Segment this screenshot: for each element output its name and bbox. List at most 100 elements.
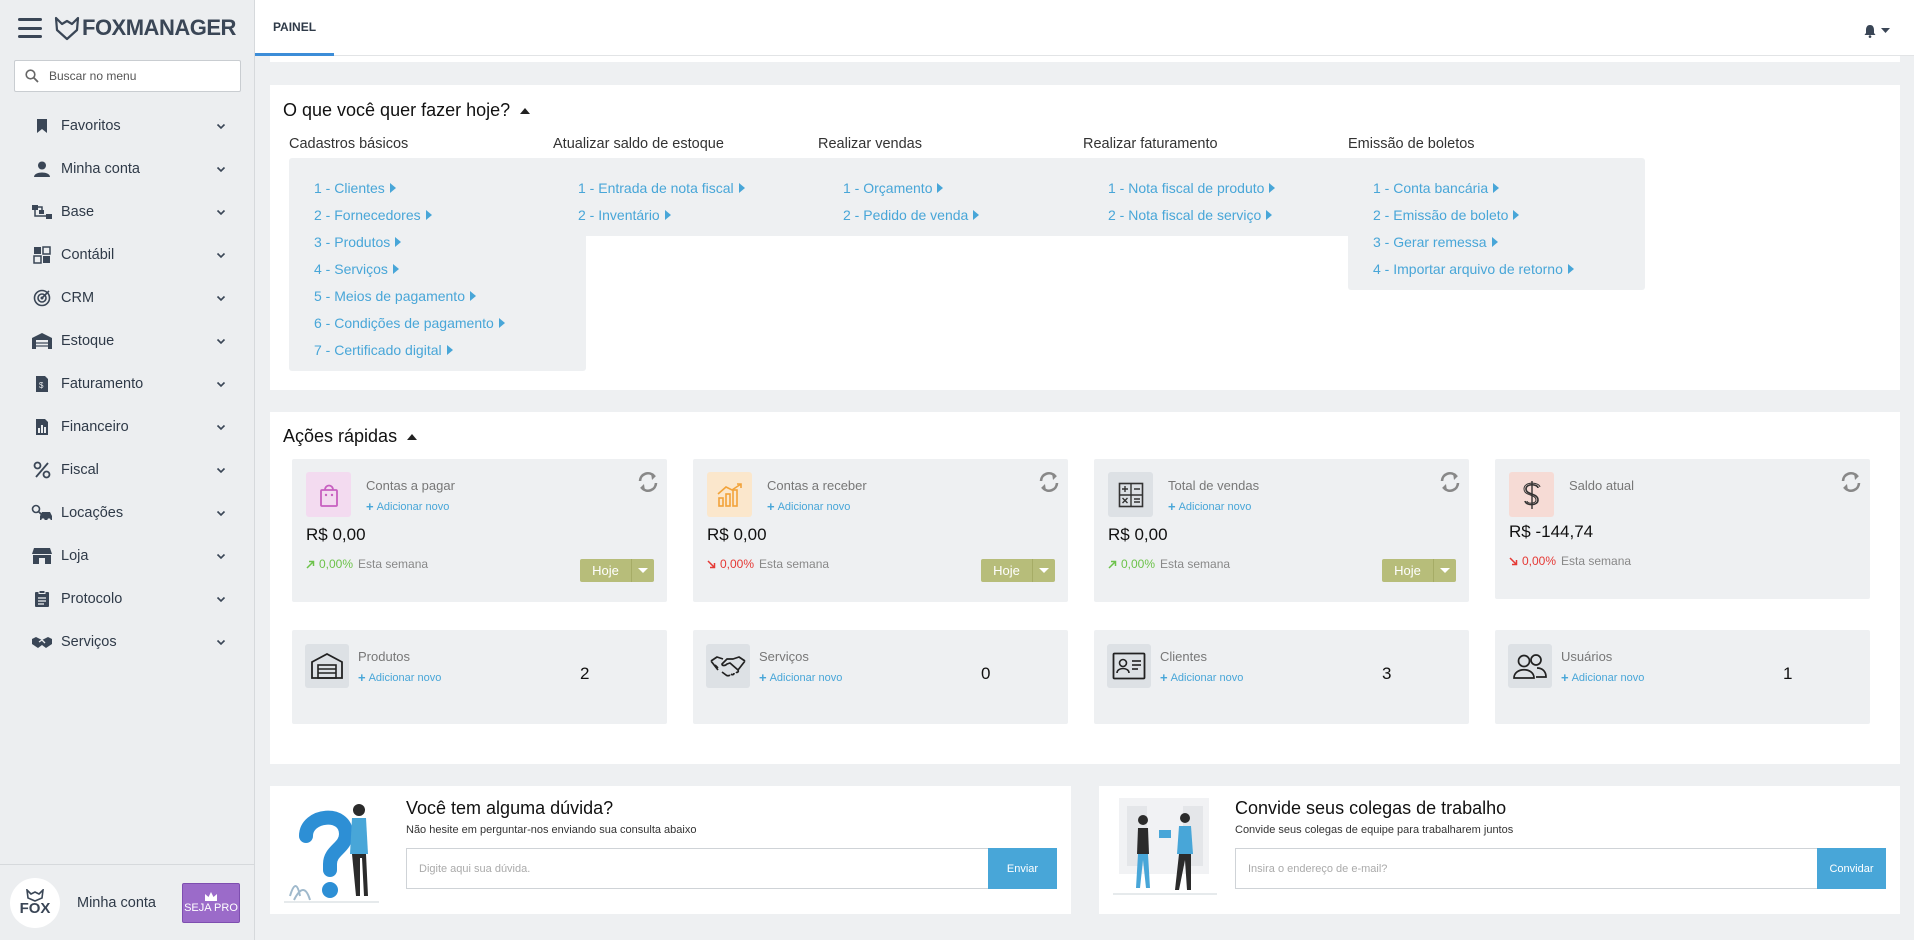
sidebar-item-servicos[interactable]: Serviços — [0, 620, 254, 663]
sidebar-item-contabil[interactable]: Contábil — [0, 233, 254, 276]
todo-title[interactable]: O que você quer fazer hoje? — [283, 100, 531, 121]
add-new-link[interactable]: + Adicionar novo — [1168, 499, 1251, 514]
count-card-value: 1 — [1783, 664, 1793, 683]
chevron-down-icon — [216, 510, 226, 516]
add-new-link[interactable]: + Adicionar novo — [358, 670, 441, 685]
tab-painel[interactable]: PAINEL — [255, 0, 334, 56]
stat-card-title: Saldo atual — [1569, 478, 1635, 493]
logo-row: FOXMANAGER — [0, 0, 254, 56]
todo-link[interactable]: 2 - Inventário — [578, 201, 850, 228]
sidebar-item-base[interactable]: Base — [0, 190, 254, 233]
refresh-icon[interactable] — [1038, 471, 1060, 498]
chevron-down-icon — [216, 209, 226, 215]
todo-link[interactable]: 2 - Emissão de boleto — [1373, 201, 1645, 228]
go-pro-button[interactable]: SEJA PRO — [182, 882, 240, 923]
todo-link[interactable]: 6 - Condições de pagamento — [314, 309, 586, 336]
users-icon — [1508, 644, 1552, 688]
caret-right-icon — [395, 236, 402, 247]
caret-right-icon — [446, 344, 453, 355]
stat-card-value: R$ 0,00 — [707, 525, 767, 544]
help-form: Enviar — [406, 848, 1057, 889]
add-new-link[interactable]: + Adicionar novo — [759, 670, 842, 685]
fox-logo-icon — [54, 16, 80, 41]
calculator-icon — [31, 245, 53, 264]
todo-link[interactable]: 2 - Nota fiscal de serviço — [1108, 201, 1380, 228]
todo-link[interactable]: 3 - Gerar remessa — [1373, 228, 1645, 255]
calculator-icon — [1108, 472, 1153, 517]
period-dropdown[interactable]: Hoje — [580, 559, 654, 582]
todo-link[interactable]: 2 - Fornecedores — [314, 201, 586, 228]
todo-link[interactable]: 2 - Pedido de venda — [843, 201, 1115, 228]
sidebar-item-financeiro[interactable]: Financeiro — [0, 405, 254, 448]
sidebar-item-loja[interactable]: Loja — [0, 534, 254, 577]
add-new-link[interactable]: + Adicionar novo — [1561, 670, 1644, 685]
add-new-label: Adicionar novo — [1571, 671, 1645, 684]
question-input[interactable] — [406, 848, 988, 889]
todo-link[interactable]: 7 - Certificado digital — [314, 336, 586, 363]
todo-column: Realizar faturamento 1 - Nota fiscal de p… — [1083, 136, 1380, 236]
question-illustration — [284, 804, 379, 903]
sidebar-item-locacoes[interactable]: Locações — [0, 491, 254, 534]
search-icon — [25, 69, 39, 83]
period-label: Hoje — [580, 559, 632, 582]
sidebar-item-protocolo[interactable]: Protocolo — [0, 577, 254, 620]
todo-column: Cadastros básicos 1 - Clientes 2 - Fornece… — [289, 136, 586, 371]
add-new-link[interactable]: + Adicionar novo — [767, 499, 850, 514]
todo-link-label: 1 - Nota fiscal de produto — [1108, 179, 1265, 196]
send-question-button[interactable]: Enviar — [988, 848, 1057, 889]
trend-period: Esta semana — [1160, 557, 1231, 571]
add-new-link[interactable]: + Adicionar novo — [1160, 670, 1243, 685]
notifications-button[interactable] — [1863, 24, 1890, 38]
count-card-title: Serviços — [759, 649, 809, 664]
sidebar-item-favoritos[interactable]: Favoritos — [0, 104, 254, 147]
invite-button[interactable]: Convidar — [1817, 848, 1886, 889]
todo-link[interactable]: 1 - Orçamento — [843, 174, 1115, 201]
invite-form: Convidar — [1235, 848, 1886, 889]
refresh-icon[interactable] — [1439, 471, 1461, 498]
todo-link[interactable]: 4 - Serviços — [314, 255, 586, 282]
account-label[interactable]: Minha conta — [77, 895, 182, 911]
bell-icon — [1864, 25, 1876, 38]
add-new-label: Adicionar novo — [1170, 671, 1244, 684]
app-logo[interactable]: FOXMANAGER — [54, 15, 236, 41]
invite-card: Convide seus colegas de trabalho Convide… — [1099, 786, 1900, 914]
plus-icon: + — [358, 670, 366, 685]
count-card-title: Usuários — [1561, 649, 1613, 664]
invite-email-input[interactable] — [1235, 848, 1817, 889]
todo-link[interactable]: 1 - Entrada de nota fiscal — [578, 174, 850, 201]
stat-card: Contas a receber + Adicionar novo R$ 0,00 0,… — [693, 459, 1068, 602]
hamburger-menu-icon[interactable] — [18, 18, 42, 38]
refresh-icon[interactable] — [637, 471, 659, 498]
bookmark-icon — [31, 118, 53, 134]
period-dropdown[interactable]: Hoje — [1382, 559, 1456, 582]
collapse-caret-icon — [407, 433, 418, 440]
todo-link[interactable]: 1 - Clientes — [314, 174, 586, 201]
chevron-down-icon — [216, 338, 226, 344]
todo-link-label: 1 - Conta bancária — [1373, 179, 1489, 196]
sidebar-item-label: Protocolo — [61, 590, 123, 607]
todo-link[interactable]: 1 - Nota fiscal de produto — [1108, 174, 1380, 201]
caret-down-icon — [1033, 559, 1055, 582]
sidebar-item-fiscal[interactable]: Fiscal — [0, 448, 254, 491]
todo-link[interactable]: 3 - Produtos — [314, 228, 586, 255]
todo-link[interactable]: 1 - Conta bancária — [1373, 174, 1645, 201]
caret-right-icon — [664, 209, 671, 220]
sidebar-item-crm[interactable]: CRM — [0, 276, 254, 319]
menu-search-input[interactable] — [49, 69, 229, 83]
quick-actions-title[interactable]: Ações rápidas — [283, 426, 418, 447]
refresh-icon[interactable] — [1840, 471, 1862, 498]
plus-icon: + — [1561, 670, 1569, 685]
period-dropdown[interactable]: Hoje — [981, 559, 1055, 582]
go-pro-label: SEJA PRO — [184, 902, 238, 914]
trend-down-icon — [1509, 556, 1518, 565]
todo-link-label: 2 - Pedido de venda — [843, 206, 969, 223]
sidebar-item-minha-conta[interactable]: Minha conta — [0, 147, 254, 190]
caret-right-icon — [389, 182, 396, 193]
avatar[interactable]: FOX — [10, 877, 60, 928]
sidebar-item-faturamento[interactable]: $ Faturamento — [0, 362, 254, 405]
todo-link[interactable]: 4 - Importar arquivo de retorno — [1373, 255, 1645, 282]
caret-right-icon — [1513, 209, 1520, 220]
todo-link[interactable]: 5 - Meios de pagamento — [314, 282, 586, 309]
add-new-link[interactable]: + Adicionar novo — [366, 499, 449, 514]
sidebar-item-estoque[interactable]: Estoque — [0, 319, 254, 362]
